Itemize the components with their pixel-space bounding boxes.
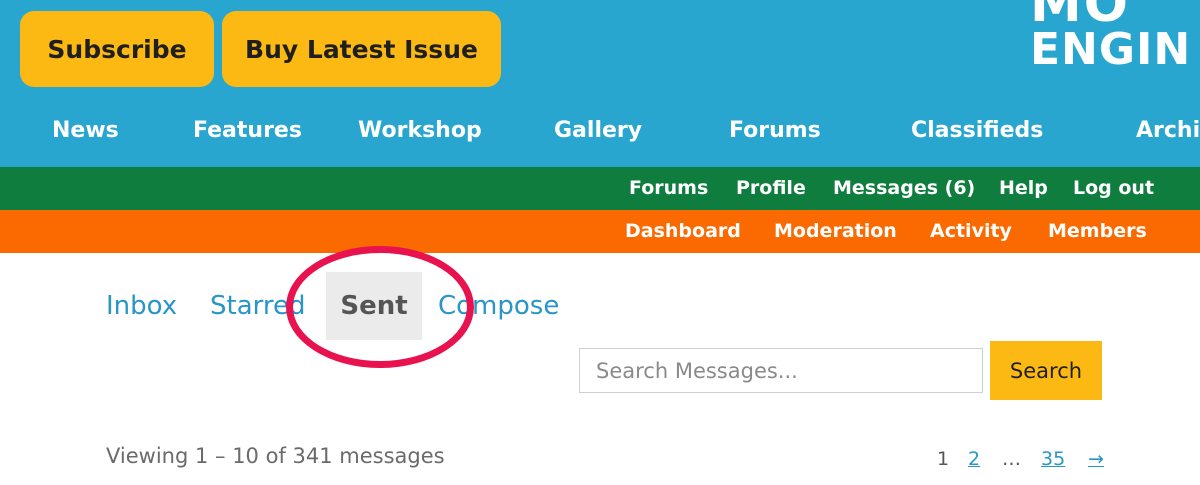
search-messages-input[interactable] bbox=[579, 348, 983, 393]
admin-nav-activity[interactable]: Activity bbox=[930, 220, 1012, 242]
nav-features[interactable]: Features bbox=[193, 118, 302, 143]
viewing-count-text: Viewing 1 – 10 of 341 messages bbox=[106, 444, 445, 468]
nav-workshop[interactable]: Workshop bbox=[358, 118, 482, 143]
admin-nav-moderation[interactable]: Moderation bbox=[774, 220, 897, 242]
tab-sent[interactable]: Sent bbox=[326, 272, 422, 340]
pagination-next-arrow-icon[interactable]: → bbox=[1088, 448, 1104, 470]
nav-news[interactable]: News bbox=[52, 118, 119, 143]
buy-latest-issue-button[interactable]: Buy Latest Issue bbox=[222, 11, 501, 87]
subscribe-button[interactable]: Subscribe bbox=[20, 11, 214, 87]
admin-nav-dashboard[interactable]: Dashboard bbox=[625, 220, 741, 242]
site-logo[interactable]: MO ENGIN bbox=[1030, 0, 1200, 78]
logo-line-2: ENGIN bbox=[1030, 24, 1192, 75]
nav-classifieds[interactable]: Classifieds bbox=[911, 118, 1043, 143]
nav-gallery[interactable]: Gallery bbox=[554, 118, 642, 143]
tab-starred[interactable]: Starred bbox=[210, 272, 305, 340]
user-nav-forums[interactable]: Forums bbox=[629, 177, 708, 199]
nav-archive[interactable]: Archi bbox=[1136, 118, 1200, 143]
pagination-last-page[interactable]: 35 bbox=[1041, 448, 1065, 470]
user-nav-messages[interactable]: Messages (6) bbox=[833, 177, 975, 199]
pagination-ellipsis: … bbox=[1002, 448, 1021, 470]
user-nav-profile[interactable]: Profile bbox=[736, 177, 806, 199]
site-header: Subscribe Buy Latest Issue MO ENGIN News… bbox=[0, 0, 1200, 167]
pagination-page-2[interactable]: 2 bbox=[968, 448, 980, 470]
tab-compose[interactable]: Compose bbox=[438, 272, 559, 340]
pagination-current-page: 1 bbox=[937, 448, 950, 470]
search-button[interactable]: Search bbox=[990, 341, 1102, 400]
admin-nav-bar: Dashboard Moderation Activity Members bbox=[0, 210, 1200, 253]
main-nav: News Features Workshop Gallery Forums Cl… bbox=[0, 110, 1200, 158]
nav-forums[interactable]: Forums bbox=[729, 118, 821, 143]
user-nav-logout[interactable]: Log out bbox=[1073, 177, 1154, 199]
tab-inbox[interactable]: Inbox bbox=[106, 272, 177, 340]
user-nav-bar: Forums Profile Messages (6) Help Log out bbox=[0, 167, 1200, 210]
user-nav-help[interactable]: Help bbox=[999, 177, 1048, 199]
admin-nav-members[interactable]: Members bbox=[1048, 220, 1147, 242]
